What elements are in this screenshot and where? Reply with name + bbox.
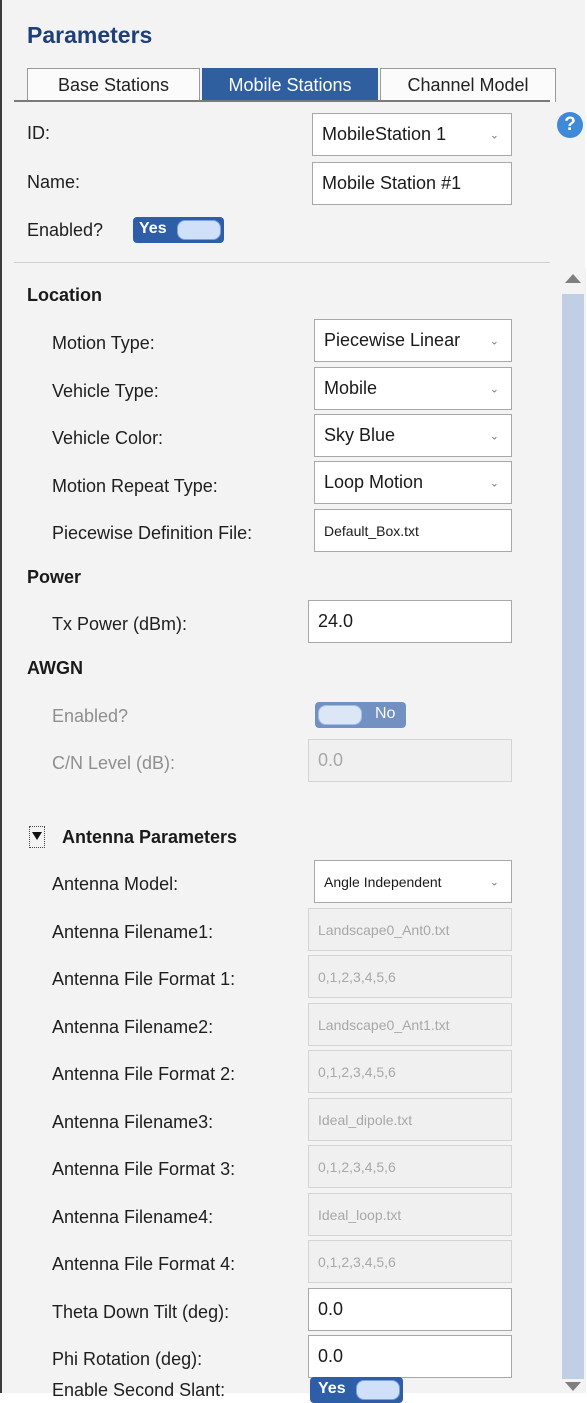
scroll-down-arrow-icon[interactable]	[565, 1382, 581, 1391]
antenna-format3-label: Antenna File Format 3:	[52, 1159, 236, 1179]
tab-underline	[14, 100, 550, 102]
awgn-enabled-toggle[interactable]: No	[315, 702, 406, 728]
name-input[interactable]: Mobile Station #1	[312, 162, 512, 205]
theta-tilt-label: Theta Down Tilt (deg):	[52, 1302, 230, 1322]
vertical-scrollbar[interactable]	[560, 268, 586, 1393]
tab-mobile-stations[interactable]: Mobile Stations	[202, 68, 378, 102]
phi-rotation-label: Phi Rotation (deg):	[52, 1349, 203, 1369]
panel-title: Parameters	[27, 22, 153, 48]
awgn-enabled-label: Enabled?	[52, 706, 129, 726]
vehicle-type-label: Vehicle Type:	[52, 381, 159, 401]
enabled-toggle-text: Yes	[139, 220, 167, 237]
antenna-header: Antenna Parameters	[62, 827, 238, 847]
cn-level-input[interactable]: 0.0	[308, 739, 512, 782]
antenna-format1-input[interactable]: 0,1,2,3,4,5,6	[308, 955, 512, 998]
divider	[14, 262, 550, 263]
antenna-model-value: Angle Independent	[324, 873, 442, 890]
vehicle-color-label: Vehicle Color:	[52, 428, 164, 448]
antenna-filename4-label: Antenna Filename4:	[52, 1207, 214, 1227]
antenna-model-label: Antenna Model:	[52, 874, 179, 894]
motion-repeat-value: Loop Motion	[324, 472, 424, 492]
antenna-format3-input[interactable]: 0,1,2,3,4,5,6	[308, 1145, 512, 1188]
tx-power-label: Tx Power (dBm):	[52, 614, 188, 634]
vehicle-color-value: Sky Blue	[324, 425, 396, 445]
awgn-toggle-text: No	[375, 705, 396, 722]
tab-channel-model[interactable]: Channel Model	[380, 68, 556, 102]
antenna-model-select[interactable]: Angle Independent ⌄	[314, 860, 512, 903]
triangle-down-icon	[32, 832, 42, 840]
antenna-filename2-label: Antenna Filename2:	[52, 1017, 214, 1037]
parameters-panel: Parameters Base Stations Mobile Stations…	[0, 0, 586, 1403]
chevron-down-icon: ⌄	[489, 430, 499, 442]
toggle-knob	[318, 705, 362, 725]
vehicle-type-value: Mobile	[324, 378, 378, 398]
enabled-label: Enabled?	[27, 220, 104, 240]
scroll-up-arrow-icon[interactable]	[565, 274, 581, 283]
theta-tilt-input[interactable]: 0.0	[308, 1288, 512, 1331]
awgn-header: AWGN	[27, 658, 83, 678]
second-slant-label: Enable Second Slant:	[52, 1380, 226, 1400]
id-value: MobileStation 1	[322, 124, 447, 144]
antenna-filename2-input[interactable]: Landscape0_Ant1.txt	[308, 1003, 512, 1046]
power-header: Power	[27, 567, 82, 587]
antenna-format2-input[interactable]: 0,1,2,3,4,5,6	[308, 1050, 512, 1093]
chevron-down-icon: ⌄	[489, 477, 499, 489]
antenna-filename1-input[interactable]: Landscape0_Ant0.txt	[308, 908, 512, 951]
enabled-toggle[interactable]: Yes	[133, 217, 224, 243]
chevron-down-icon: ⌄	[489, 383, 499, 395]
id-select[interactable]: MobileStation 1 ⌄	[312, 113, 512, 156]
help-icon[interactable]: ?	[557, 112, 583, 138]
second-slant-toggle[interactable]: Yes	[310, 1377, 403, 1403]
chevron-down-icon: ⌄	[489, 335, 499, 347]
antenna-filename3-label: Antenna Filename3:	[52, 1112, 214, 1132]
second-slant-toggle-text: Yes	[318, 1380, 346, 1397]
phi-rotation-input[interactable]: 0.0	[308, 1335, 512, 1378]
antenna-format1-label: Antenna File Format 1:	[52, 969, 236, 989]
antenna-format2-label: Antenna File Format 2:	[52, 1064, 236, 1084]
tx-power-input[interactable]: 24.0	[308, 600, 512, 643]
antenna-filename1-label: Antenna Filename1:	[52, 922, 214, 942]
chevron-down-icon: ⌄	[489, 876, 499, 888]
motion-type-select[interactable]: Piecewise Linear ⌄	[314, 319, 512, 362]
tab-base-stations[interactable]: Base Stations	[27, 68, 200, 102]
name-label: Name:	[27, 172, 81, 192]
vehicle-color-select[interactable]: Sky Blue ⌄	[314, 414, 512, 457]
toggle-knob	[356, 1380, 400, 1400]
id-label: ID:	[27, 123, 51, 143]
motion-repeat-label: Motion Repeat Type:	[52, 476, 218, 496]
collapse-toggle[interactable]	[29, 826, 45, 848]
chevron-down-icon: ⌄	[489, 129, 499, 141]
motion-type-value: Piecewise Linear	[324, 330, 461, 350]
location-header: Location	[27, 285, 102, 305]
piecewise-file-input[interactable]: Default_Box.txt	[314, 509, 512, 552]
antenna-format4-input[interactable]: 0,1,2,3,4,5,6	[308, 1240, 512, 1283]
piecewise-file-label: Piecewise Definition File:	[52, 523, 253, 543]
antenna-filename4-input[interactable]: Ideal_loop.txt	[308, 1193, 512, 1236]
toggle-knob	[177, 220, 221, 240]
vehicle-type-select[interactable]: Mobile ⌄	[314, 367, 512, 410]
cn-level-label: C/N Level (dB):	[52, 753, 176, 773]
scroll-thumb[interactable]	[562, 294, 584, 1379]
antenna-filename3-input[interactable]: Ideal_dipole.txt	[308, 1098, 512, 1141]
antenna-format4-label: Antenna File Format 4:	[52, 1254, 236, 1274]
motion-repeat-select[interactable]: Loop Motion ⌄	[314, 461, 512, 504]
motion-type-label: Motion Type:	[52, 333, 155, 353]
